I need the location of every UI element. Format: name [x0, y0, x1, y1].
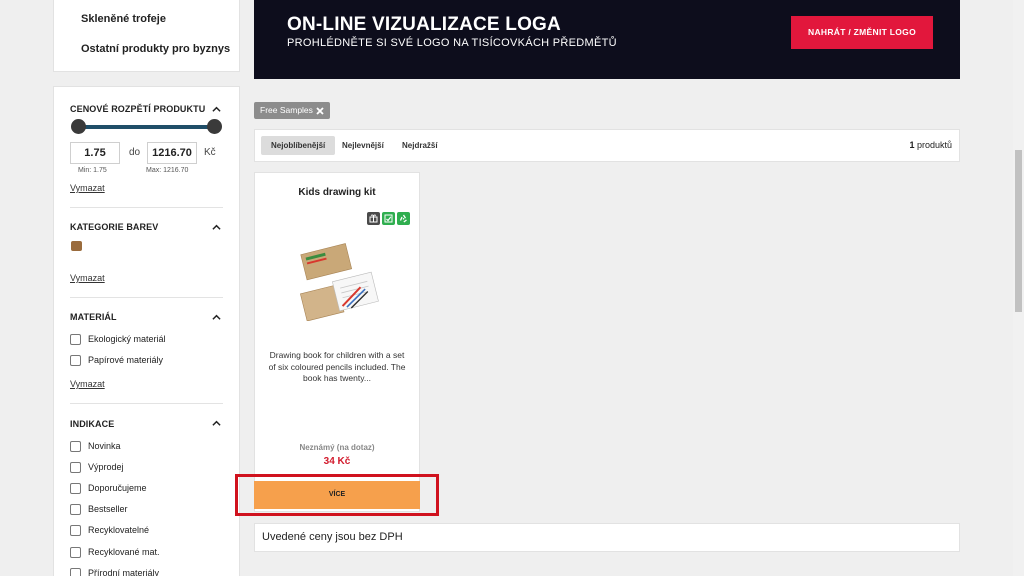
checkbox-vyprodej[interactable]: Výprodej	[70, 461, 124, 473]
checkbox[interactable]	[70, 503, 81, 515]
checkbox-label: Ekologický materiál	[88, 334, 166, 344]
price-slider-min-handle[interactable]	[71, 119, 86, 134]
product-availability: Neznámý (na dotaz)	[299, 443, 375, 452]
checkbox-label: Novinka	[88, 441, 121, 451]
price-slider-track[interactable]	[78, 125, 214, 129]
price-min-hint: Min: 1.75	[78, 167, 107, 174]
page-scrollbar[interactable]	[1013, 0, 1024, 576]
sidebar-category-links: Skleněné trofeje Ostatní produkty pro by…	[53, 0, 240, 72]
sort-bar: Nejoblíbenější Nejlevnější Nejdražší 1 p…	[254, 129, 960, 162]
color-filter-title: KATEGORIE BAREV	[70, 222, 159, 232]
price-slider-max-handle[interactable]	[207, 119, 222, 134]
divider	[70, 207, 223, 208]
checkbox[interactable]	[70, 440, 81, 452]
product-price: 34 Kč	[323, 456, 351, 467]
checkbox-prirodni-materialy[interactable]: Přírodní materiály	[70, 567, 159, 576]
active-filter-label: Free Samples	[260, 105, 313, 115]
product-description: Drawing book for children with a set of …	[268, 350, 406, 383]
scrollbar-thumb[interactable]	[1015, 150, 1022, 312]
checkbox[interactable]	[70, 354, 81, 366]
chevron-up-icon[interactable]	[212, 313, 221, 322]
checkbox-label: Recyklované mat.	[88, 547, 160, 557]
material-filter-title: MATERIÁL	[70, 312, 117, 322]
checkbox-recyklovane-mat[interactable]: Recyklované mat.	[70, 546, 160, 558]
checkbox[interactable]	[70, 567, 81, 576]
checkbox-paper-material[interactable]: Papírové materiály	[70, 354, 163, 366]
recycle-icon	[397, 212, 410, 225]
product-count-label: produktů	[916, 140, 952, 150]
material-clear-link[interactable]: Vymazat	[70, 379, 105, 389]
chevron-up-icon[interactable]	[212, 105, 221, 114]
vat-note: Uvedené ceny jsou bez DPH	[254, 523, 960, 552]
sidebar-link-glass-trophies[interactable]: Skleněné trofeje	[81, 13, 166, 25]
sidebar-link-other-business[interactable]: Ostatní produkty pro byznys	[81, 43, 230, 55]
sort-most-popular[interactable]: Nejoblíbenější	[261, 136, 336, 155]
checkbox[interactable]	[70, 524, 81, 536]
price-filter-title: CENOVÉ ROZPĚTÍ PRODUKTU	[70, 104, 206, 114]
highlight-box	[235, 474, 439, 516]
price-clear-link[interactable]: Vymazat	[70, 183, 105, 193]
color-clear-link[interactable]: Vymazat	[70, 273, 105, 283]
price-separator: do	[129, 147, 141, 158]
logo-visualization-banner: ON-LINE VIZUALIZACE LOGA PROHLÉDNĚTE SI …	[254, 0, 960, 79]
checkbox-label: Přírodní materiály	[88, 568, 160, 576]
close-icon[interactable]	[315, 105, 325, 115]
product-count-number: 1	[909, 140, 915, 150]
price-max-hint: Max: 1216.70	[146, 167, 189, 174]
product-card[interactable]: Kids drawing kit Drawing book for childr…	[254, 172, 420, 512]
color-swatch-brown[interactable]	[71, 241, 82, 251]
sort-cheapest[interactable]: Nejlevnější	[332, 136, 394, 155]
product-badges	[367, 212, 410, 225]
upload-logo-button[interactable]: NAHRÁT / ZMĚNIT LOGO	[791, 16, 933, 49]
checkbox-label: Papírové materiály	[88, 355, 164, 365]
product-image[interactable]	[295, 239, 385, 321]
filter-panel: CENOVÉ ROZPĚTÍ PRODUKTU 1.75 do 1216.70 …	[53, 86, 240, 576]
checkbox[interactable]	[70, 482, 81, 494]
divider	[70, 297, 223, 298]
checkbox-novinka[interactable]: Novinka	[70, 440, 121, 452]
active-filter-chip: Free Samples	[254, 102, 330, 119]
divider	[70, 403, 223, 404]
indication-filter-title: INDIKACE	[70, 419, 115, 429]
checkbox-recyklovatelne[interactable]: Recyklovatelné	[70, 524, 149, 536]
price-max-input[interactable]: 1216.70	[147, 142, 197, 164]
banner-subtitle: PROHLÉDNĚTE SI SVÉ LOGO NA TISÍCOVKÁCH P…	[287, 37, 617, 49]
sort-most-expensive[interactable]: Nejdražší	[392, 136, 448, 155]
checkbox-label: Recyklovatelné	[88, 525, 150, 535]
banner-title: ON-LINE VIZUALIZACE LOGA	[287, 14, 561, 35]
gift-icon	[367, 212, 380, 225]
chevron-up-icon[interactable]	[212, 223, 221, 232]
product-count: 1 produktů	[909, 140, 952, 150]
checkbox[interactable]	[70, 546, 81, 558]
checkbox-bestseller[interactable]: Bestseller	[70, 503, 128, 515]
checkbox-label: Výprodej	[88, 462, 124, 472]
chevron-up-icon[interactable]	[212, 419, 221, 428]
checkbox-doporucujeme[interactable]: Doporučujeme	[70, 482, 147, 494]
checkbox-label: Bestseller	[88, 504, 128, 514]
product-title[interactable]: Kids drawing kit	[255, 187, 419, 198]
checkbox-label: Doporučujeme	[88, 483, 147, 493]
checkbox[interactable]	[70, 461, 81, 473]
price-min-input[interactable]: 1.75	[70, 142, 120, 164]
checkbox[interactable]	[70, 333, 81, 345]
checkbox-eco-material[interactable]: Ekologický materiál	[70, 333, 166, 345]
price-currency: Kč	[204, 147, 216, 158]
eco-icon	[382, 212, 395, 225]
